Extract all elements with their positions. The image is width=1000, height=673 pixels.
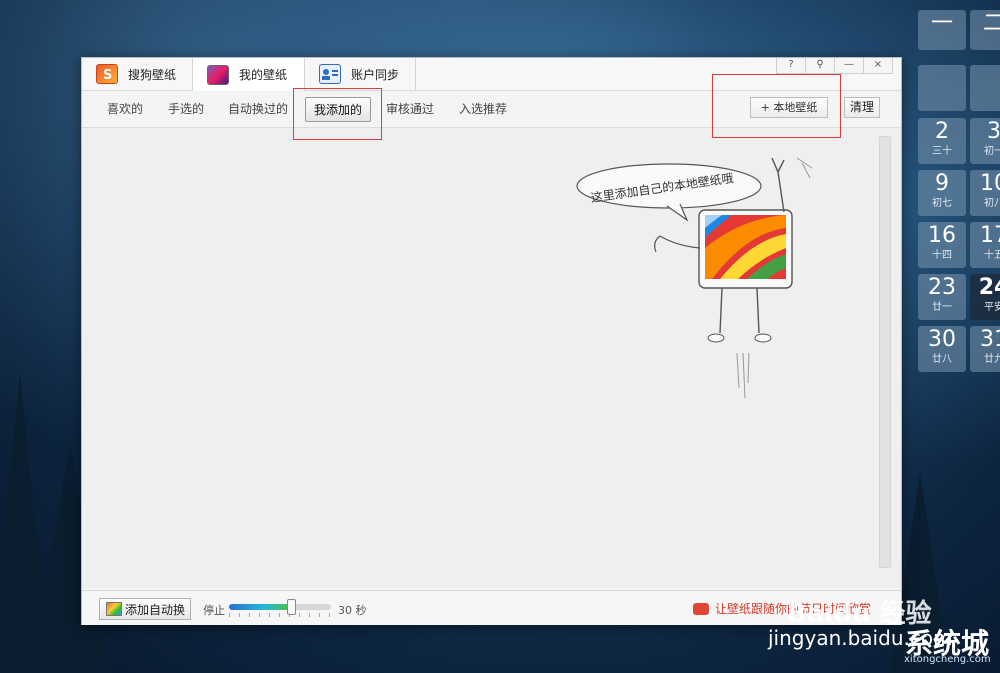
tab-label: 账户同步 (351, 67, 400, 82)
account-sync-icon (319, 64, 341, 84)
tab-label: 搜狗壁纸 (128, 67, 177, 82)
calendar-day-today[interactable]: 24平安 (970, 274, 1000, 320)
wallpaper-icon (106, 602, 122, 616)
help-button[interactable]: ? (776, 58, 806, 74)
highlight-box-local-wallpaper (712, 74, 841, 138)
empty-state-illustration: 这里添加自己的本地壁纸哦 (576, 157, 813, 399)
calendar-day[interactable]: 10初八 (970, 170, 1000, 216)
calendar-day[interactable]: 23 廿一 (918, 274, 966, 320)
my-wallpaper-icon (207, 64, 229, 85)
tab-my-wallpaper[interactable]: 我的壁纸 (193, 58, 305, 91)
subnav-approved[interactable]: 审核通过 (386, 100, 434, 117)
calendar-day[interactable]: 30 廿八 (918, 326, 966, 372)
settings-wrench-button[interactable]: ⚲ (805, 58, 835, 74)
slider-ticks (229, 613, 331, 617)
bottom-toolbar: 添加自动换 停止 30 秒 让壁纸跟随你的节日时间欣赏 (82, 590, 901, 625)
subnav-hand-picked[interactable]: 手选的 (168, 100, 204, 117)
calendar-day[interactable]: 2 三十 (918, 118, 966, 164)
interval-slider[interactable] (229, 599, 331, 615)
calendar-blank (918, 65, 966, 111)
highlight-box-my-added (293, 88, 382, 140)
auto-change-label: 添加自动换 (125, 602, 186, 617)
wallpaper-app-window: S 搜狗壁纸 我的壁纸 账户同步 ? ⚲ — × 喜欢的 手选的 自动换过的 我… (81, 57, 902, 625)
wallpaper-content-area: 这里添加自己的本地壁纸哦 (82, 128, 901, 588)
calendar-blank (970, 65, 1000, 111)
tab-label: 我的壁纸 (239, 68, 288, 82)
add-auto-change-button[interactable]: 添加自动换 (99, 598, 191, 620)
window-controls: ? ⚲ — × (776, 58, 893, 74)
subnav-recommended[interactable]: 入选推荐 (459, 100, 507, 117)
calendar-day[interactable]: 17十五 (970, 222, 1000, 268)
subnav-auto-changed[interactable]: 自动换过的 (228, 100, 288, 117)
minimize-button[interactable]: — (834, 58, 864, 74)
interval-label: 30 秒 (338, 604, 367, 617)
calendar-day[interactable]: 3 初一 (970, 118, 1000, 164)
clear-button[interactable]: 清理 (844, 97, 880, 118)
calendar-weekday: 一 (918, 10, 966, 50)
calendar-day[interactable]: 16 十四 (918, 222, 966, 268)
stop-label: 停止 (203, 604, 225, 617)
tab-sogou-wallpaper[interactable]: S 搜狗壁纸 (82, 58, 193, 90)
calendar-day[interactable]: 31廿九 (970, 326, 1000, 372)
calendar-weekday: 二 (970, 10, 1000, 50)
xitongcheng-url-watermark: xitongcheng.com (904, 654, 991, 665)
sogou-logo-icon: S (96, 64, 118, 84)
svg-text:S: S (103, 68, 112, 83)
tab-account-sync[interactable]: 账户同步 (305, 58, 416, 90)
promo-heart-icon (693, 602, 709, 615)
content-scrollbar[interactable] (879, 136, 891, 568)
subnav-liked[interactable]: 喜欢的 (107, 100, 143, 117)
close-button[interactable]: × (863, 58, 893, 74)
calendar-day[interactable]: 9 初七 (918, 170, 966, 216)
